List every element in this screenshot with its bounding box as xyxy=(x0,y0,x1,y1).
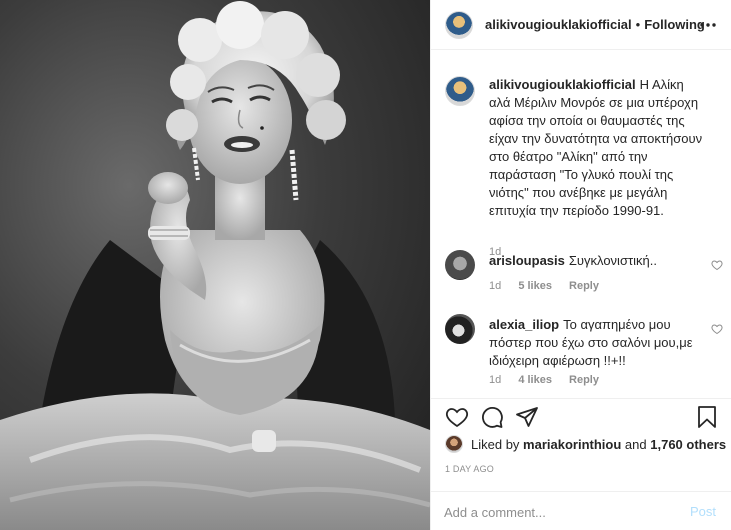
comment-icon[interactable] xyxy=(480,405,504,432)
avatar[interactable] xyxy=(445,435,463,453)
add-comment-bar: Post xyxy=(431,491,731,530)
following-button[interactable]: Following xyxy=(644,17,705,32)
avatar[interactable] xyxy=(445,250,475,280)
likes-prefix: Liked by xyxy=(471,436,520,452)
comment-meta: 1d 4 likes Reply xyxy=(489,374,613,386)
post-timestamp[interactable]: 1 DAY AGO xyxy=(445,464,494,474)
comments-list[interactable]: alikivougiouklakiofficial Η Αλίκη αλά Μέρ… xyxy=(431,50,731,398)
post-actions: Liked by mariakorinthiou and 1,760 other… xyxy=(431,398,731,530)
heart-icon[interactable] xyxy=(445,405,469,432)
comment-likes-count[interactable]: 5 likes xyxy=(518,280,552,292)
comment-text-block: alexia_iliop Το αγαπημένο μου πόστερ που … xyxy=(489,316,705,370)
bookmark-icon[interactable] xyxy=(695,405,719,432)
reply-button[interactable]: Reply xyxy=(569,374,599,386)
avatar[interactable] xyxy=(445,314,475,344)
post-sidebar: alikivougiouklakiofficial • Following al… xyxy=(430,0,731,530)
separator-dot: • xyxy=(635,17,641,32)
comment-text: Συγκλονιστική.. xyxy=(568,253,657,268)
comment-username[interactable]: arisloupasis xyxy=(489,253,565,268)
post-photo[interactable] xyxy=(0,0,430,530)
comment-username[interactable]: alexia_iliop xyxy=(489,317,559,332)
author-username[interactable]: alikivougiouklakiofficial xyxy=(485,17,632,32)
comment-meta: 1d 5 likes Reply xyxy=(489,280,613,292)
avatar[interactable] xyxy=(445,10,473,39)
caption-username[interactable]: alikivougiouklakiofficial xyxy=(489,77,636,92)
comment-like-heart-icon[interactable] xyxy=(711,258,723,274)
post-header: alikivougiouklakiofficial • Following xyxy=(431,0,731,50)
comment-age[interactable]: 1d xyxy=(489,280,501,292)
comment-text-block: arisloupasis Συγκλονιστική.. xyxy=(489,252,705,270)
caption-text: Η Αλίκη αλά Μέριλιν Μονρόε σε μια υπέροχ… xyxy=(489,77,703,218)
liker-username[interactable]: mariakorinthiou xyxy=(523,437,621,452)
likes-summary: Liked by mariakorinthiou and 1,760 other… xyxy=(445,435,726,453)
share-icon[interactable] xyxy=(515,405,539,432)
comment-like-heart-icon[interactable] xyxy=(711,322,723,338)
likes-conjunction: and xyxy=(624,436,647,452)
comment-likes-count[interactable]: 4 likes xyxy=(518,374,552,386)
caption-text-block: alikivougiouklakiofficial Η Αλίκη αλά Μέρ… xyxy=(489,76,705,220)
likes-others-count[interactable]: 1,760 others xyxy=(650,437,726,452)
more-horizontal-icon[interactable] xyxy=(698,15,718,38)
reply-button[interactable]: Reply xyxy=(569,280,599,292)
comment-age[interactable]: 1d xyxy=(489,374,501,386)
post-comment-button[interactable]: Post xyxy=(690,504,716,519)
avatar[interactable] xyxy=(445,76,475,106)
portrait-illustration xyxy=(0,1,430,530)
comment-input[interactable] xyxy=(444,502,674,522)
